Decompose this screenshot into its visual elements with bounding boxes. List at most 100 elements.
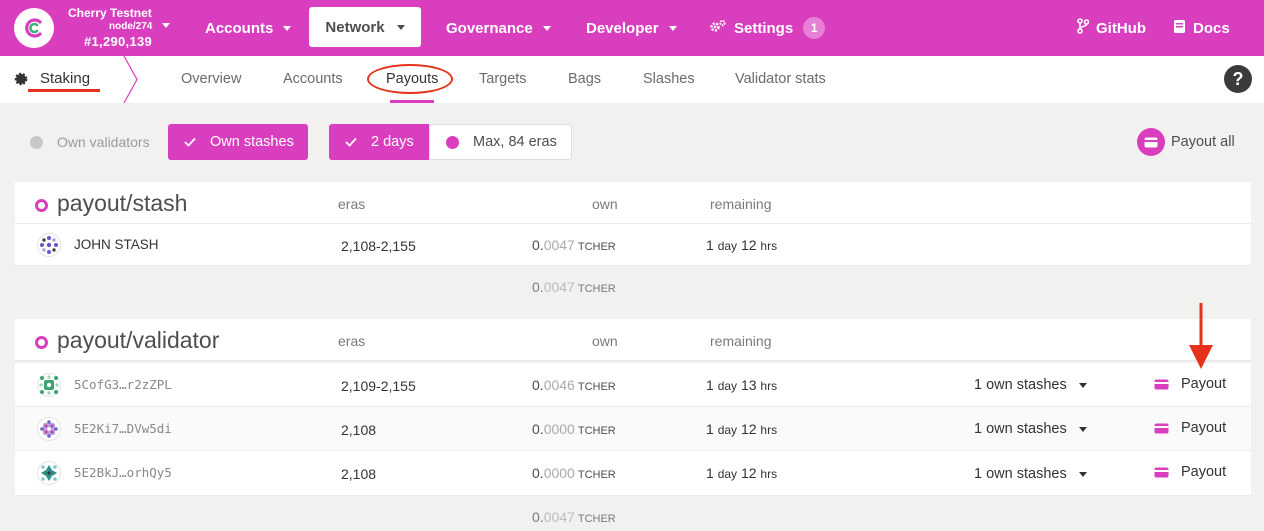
payout-all-label: Payout all bbox=[1171, 134, 1235, 150]
own-stashes-dropdown[interactable]: 1 own stashes bbox=[974, 421, 1087, 437]
table-row[interactable]: 5CofG3…r2zZPL 2,109-2,155 0.0046 TCHER 1 … bbox=[15, 363, 1251, 407]
eras-value: 2,108-2,155 bbox=[341, 238, 416, 254]
tab-accounts[interactable]: Accounts bbox=[283, 71, 343, 87]
cherry-logo-icon bbox=[25, 18, 42, 38]
validator-address: 5E2BkJ…orhQy5 bbox=[74, 465, 172, 480]
tab-bags[interactable]: Bags bbox=[568, 71, 601, 87]
ring-icon bbox=[35, 335, 48, 349]
table-header: payout/validator eras own remaining bbox=[15, 319, 1251, 361]
chain-selector[interactable]: Cherry Testnet node/274 #1,290,139 bbox=[68, 6, 178, 50]
validator-address: 5CofG3…r2zZPL bbox=[74, 377, 172, 392]
table-row[interactable]: JOHN STASH 2,108-2,155 0.0047 TCHER 1 day… bbox=[15, 224, 1251, 266]
credit-card-icon bbox=[1154, 423, 1169, 433]
remaining-time: 1 day 13 hrs bbox=[706, 377, 778, 393]
credit-card-icon bbox=[1137, 128, 1165, 156]
validator-address: 5E2Ki7…DVw5di bbox=[74, 421, 172, 436]
column-eras: eras bbox=[338, 196, 366, 212]
table-row[interactable]: 5E2BkJ…orhQy5 2,108 0.0000 TCHER 1 day 12… bbox=[15, 451, 1251, 496]
help-button[interactable]: ? bbox=[1224, 65, 1252, 93]
tab-validator-stats[interactable]: Validator stats bbox=[735, 71, 826, 87]
own-stashes-dropdown[interactable]: 1 own stashes bbox=[974, 377, 1087, 393]
github-link[interactable]: GitHub bbox=[1077, 0, 1146, 56]
remaining-time: 1 day 12 hrs bbox=[706, 465, 778, 481]
menu-network[interactable]: Network bbox=[309, 7, 421, 47]
max-eras-button[interactable]: Max, 84 eras bbox=[429, 124, 572, 160]
chevron-down-icon bbox=[1078, 382, 1087, 388]
payout-button[interactable]: Payout bbox=[1154, 376, 1226, 392]
annotation-circle bbox=[367, 64, 453, 94]
menu-governance[interactable]: Governance bbox=[446, 0, 551, 56]
column-own: own bbox=[592, 333, 618, 349]
chevron-down-icon bbox=[668, 25, 677, 31]
check-icon bbox=[184, 137, 196, 147]
cogs-icon bbox=[709, 19, 727, 37]
remaining-time: 1 day 12 hrs bbox=[706, 421, 778, 437]
identicon-icon bbox=[37, 373, 61, 397]
node-version: node/274 bbox=[109, 21, 153, 32]
column-eras: eras bbox=[338, 333, 366, 349]
settings-badge: 1 bbox=[803, 17, 826, 39]
payout-button-label: Payout bbox=[1181, 464, 1227, 480]
payout-button[interactable]: Payout bbox=[1154, 464, 1226, 480]
docs-link[interactable]: Docs bbox=[1173, 0, 1230, 56]
menu-accounts[interactable]: Accounts bbox=[205, 0, 292, 56]
remaining-time: 1 day 12 hrs bbox=[706, 237, 778, 253]
validator-total: 0.0047 TCHER bbox=[532, 509, 616, 525]
table-title: payout/stash bbox=[35, 190, 187, 217]
eras-value: 2,108 bbox=[341, 466, 377, 482]
table-title: payout/validator bbox=[35, 327, 219, 354]
stash-payout-table: payout/stash eras own remaining JOHN STA… bbox=[15, 182, 1251, 266]
github-label: GitHub bbox=[1096, 19, 1146, 37]
payout-all-button[interactable]: Payout all bbox=[1137, 128, 1235, 156]
two-days-label: 2 days bbox=[371, 134, 414, 150]
chevron-down-icon bbox=[542, 25, 551, 31]
section-title-label: Staking bbox=[40, 70, 91, 87]
own-amount: 0.0000 TCHER bbox=[532, 465, 616, 481]
menu-developer[interactable]: Developer bbox=[586, 0, 677, 56]
own-validators-label: Own validators bbox=[57, 134, 150, 150]
own-stashes-dropdown-label: 1 own stashes bbox=[974, 466, 1067, 482]
own-amount: 0.0000 TCHER bbox=[532, 421, 616, 437]
breadcrumb-separator bbox=[123, 56, 138, 103]
menu-network-label: Network bbox=[325, 18, 385, 36]
credit-card-icon bbox=[1154, 379, 1169, 389]
table-title-label: payout/stash bbox=[57, 190, 188, 216]
table-title-label: payout/validator bbox=[57, 327, 220, 353]
eras-value: 2,109-2,155 bbox=[341, 378, 416, 394]
docs-label: Docs bbox=[1193, 19, 1230, 37]
payout-button-label: Payout bbox=[1181, 420, 1227, 436]
tab-overview[interactable]: Overview bbox=[181, 71, 241, 87]
menu-accounts-label: Accounts bbox=[205, 19, 274, 37]
section-title: Staking bbox=[14, 70, 90, 87]
identicon-icon bbox=[37, 461, 61, 485]
tab-targets[interactable]: Targets bbox=[479, 71, 527, 87]
tab-slashes[interactable]: Slashes bbox=[643, 71, 695, 87]
payout-button[interactable]: Payout bbox=[1154, 420, 1226, 436]
own-stashes-dropdown[interactable]: 1 own stashes bbox=[974, 466, 1087, 482]
identicon-icon bbox=[37, 417, 61, 441]
own-validators-toggle[interactable]: Own validators bbox=[30, 134, 150, 150]
toggle-dot-icon bbox=[30, 135, 43, 149]
column-remaining: remaining bbox=[710, 196, 772, 212]
ring-icon bbox=[35, 198, 48, 212]
chain-logo[interactable] bbox=[14, 8, 54, 48]
table-row[interactable]: 5E2Ki7…DVw5di 2,108 0.0000 TCHER 1 day 12… bbox=[15, 407, 1251, 451]
staking-subnav: Staking Overview Accounts Payouts Target… bbox=[0, 56, 1264, 103]
own-stashes-dropdown-label: 1 own stashes bbox=[974, 421, 1067, 437]
eras-value: 2,108 bbox=[341, 422, 377, 438]
chevron-down-icon bbox=[283, 25, 292, 31]
menu-governance-label: Governance bbox=[446, 19, 533, 37]
own-stashes-button[interactable]: Own stashes bbox=[168, 124, 308, 160]
menu-settings[interactable]: Settings 1 bbox=[709, 0, 826, 56]
chevron-down-icon bbox=[1078, 471, 1087, 477]
credit-card-icon bbox=[1154, 467, 1169, 477]
stash-total: 0.0047 TCHER bbox=[532, 279, 616, 295]
check-icon bbox=[345, 137, 357, 147]
menu-settings-label: Settings bbox=[734, 19, 794, 37]
gear-icon bbox=[14, 72, 28, 85]
book-icon bbox=[1173, 19, 1186, 38]
chevron-down-icon bbox=[162, 23, 170, 28]
annotation-underline bbox=[28, 89, 100, 92]
chevron-down-icon bbox=[396, 24, 405, 30]
two-days-button[interactable]: 2 days bbox=[329, 124, 429, 160]
